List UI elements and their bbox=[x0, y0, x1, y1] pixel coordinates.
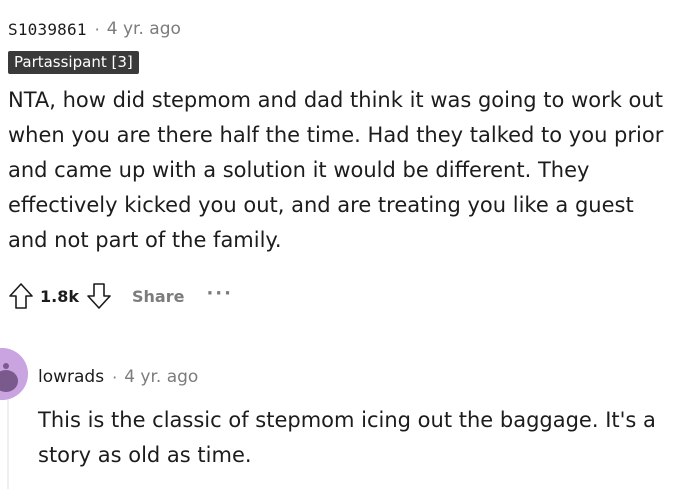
user-avatar-icon[interactable] bbox=[0, 348, 28, 400]
comment-meta: S1039861 · 4 yr. ago bbox=[8, 14, 688, 44]
meta-separator: · bbox=[112, 367, 118, 387]
top-comment: S1039861 · 4 yr. ago Partassipant [3] NT… bbox=[8, 14, 688, 258]
share-button[interactable]: Share bbox=[132, 287, 184, 306]
downvote-arrow-icon[interactable] bbox=[84, 279, 114, 313]
reply-body: This is the classic of stepmom icing out… bbox=[38, 408, 656, 467]
comment-body: NTA, how did stepmom and dad think it wa… bbox=[8, 88, 664, 252]
reply-username[interactable]: lowrads bbox=[38, 367, 104, 387]
comment-thread: S1039861 · 4 yr. ago Partassipant [3] NT… bbox=[0, 0, 700, 489]
comment-username[interactable]: S1039861 bbox=[8, 20, 87, 39]
upvote-arrow-icon[interactable] bbox=[6, 279, 36, 313]
reply-meta: lowrads · 4 yr. ago bbox=[38, 362, 198, 392]
comment-actions: 1.8k Share ··· bbox=[6, 279, 233, 313]
user-flair-badge: Partassipant [3] bbox=[8, 51, 139, 74]
meta-separator: · bbox=[94, 19, 100, 39]
thread-line[interactable] bbox=[7, 392, 9, 489]
reply-timestamp[interactable]: 4 yr. ago bbox=[124, 367, 198, 387]
vote-score: 1.8k bbox=[40, 286, 79, 306]
more-options-icon[interactable]: ··· bbox=[206, 283, 233, 304]
comment-timestamp[interactable]: 4 yr. ago bbox=[107, 19, 181, 39]
